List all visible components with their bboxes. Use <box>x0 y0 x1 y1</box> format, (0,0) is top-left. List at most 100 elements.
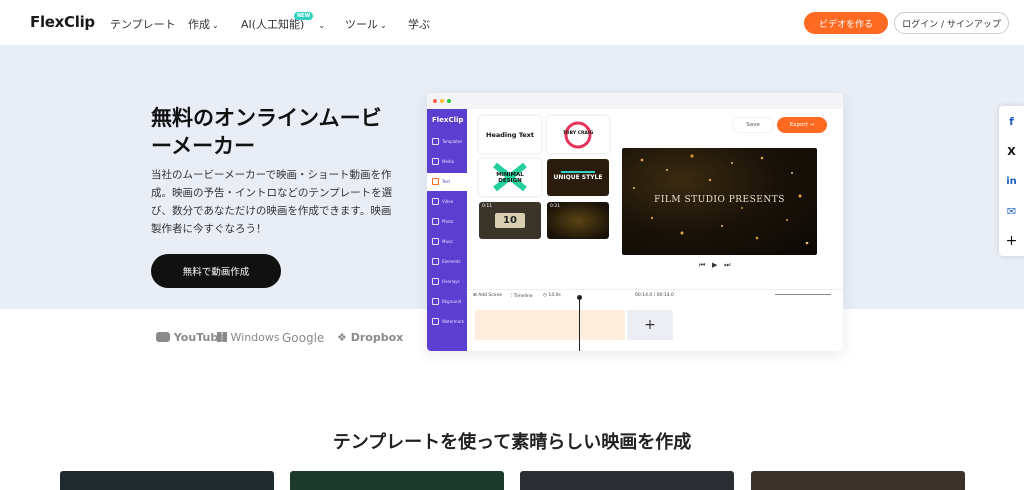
timeline-text: Timeline <box>513 294 533 299</box>
plus-icon[interactable]: + <box>999 226 1024 256</box>
template-tile: Heading Text <box>479 116 541 153</box>
editor-side-elements: Elements <box>427 253 467 271</box>
watermark-icon <box>432 318 439 325</box>
export-label: Export <box>789 122 808 128</box>
editor-side-photo: Photo <box>427 213 467 231</box>
nav-create[interactable]: 作成 ⌄ <box>188 16 219 32</box>
skip-forward-icon: ⏭ <box>724 261 731 269</box>
background-icon <box>432 298 439 305</box>
top-navigation: FlexClip テンプレート 作成 ⌄ AI(人工知能) ⌄ NEW ツール ⌄ 学… <box>0 0 1024 45</box>
templates-icon <box>432 138 439 145</box>
preview-title: FILM STUDIO PRESENTS <box>654 195 785 205</box>
template-tile: 0:21 <box>547 202 609 239</box>
google-logo: Google <box>282 331 325 345</box>
music-icon <box>432 238 439 245</box>
free-create-video-button[interactable]: 無料で動画作成 <box>151 254 281 288</box>
windows-logo: Windows <box>217 331 280 344</box>
nav-learn-label: 学ぶ <box>408 18 430 31</box>
window-dot <box>440 99 444 103</box>
flexclip-logo[interactable]: FlexClip <box>30 13 95 31</box>
chevron-down-icon: ⌄ <box>212 21 219 30</box>
add-scene-label: ⊞ Add Scene <box>473 293 503 298</box>
template-thumbnail[interactable] <box>751 471 965 490</box>
timeline-clip <box>475 310 625 340</box>
youtube-logo: YouTube <box>156 331 226 344</box>
add-scene-text: Add Scene <box>478 293 503 298</box>
tile-decor <box>561 171 595 173</box>
login-signup-button[interactable]: ログイン / サインアップ <box>894 12 1009 34</box>
nav-templates[interactable]: テンプレート <box>110 16 176 32</box>
editor-save-button: Save <box>733 118 773 132</box>
video-preview: FILM STUDIO PRESENTS <box>622 148 817 255</box>
side-label: Video <box>442 199 454 204</box>
facebook-icon[interactable]: f <box>999 106 1024 136</box>
position-label: 00:14.0 / 00:14.0 <box>635 293 674 298</box>
windows-icon <box>217 332 227 342</box>
chevron-down-icon: ⌄ <box>380 21 387 30</box>
side-label: Bkground <box>442 299 462 304</box>
timeline-bar: ⊞ Add Scene ⫶ Timeline ◷ 14.0s 00:14.0 /… <box>467 289 843 301</box>
side-label: Templates <box>442 139 463 144</box>
brand-label: Windows <box>230 331 280 344</box>
text-icon <box>432 178 439 185</box>
dropbox-icon: ❖ <box>337 331 347 344</box>
side-label: Media <box>442 159 455 164</box>
photo-icon <box>432 218 439 225</box>
x-icon[interactable]: X <box>999 136 1024 166</box>
video-icon <box>432 198 439 205</box>
side-label: Watermark <box>442 319 465 324</box>
tile-label: TOBY CRAIG <box>562 131 594 136</box>
side-label: Photo <box>442 219 454 224</box>
editor-side-templates: Templates <box>427 133 467 151</box>
tile-label: 10 <box>495 213 525 228</box>
side-label: Overlays <box>442 279 460 284</box>
window-titlebar <box>427 93 843 109</box>
youtube-icon <box>156 332 170 342</box>
nav-learn[interactable]: 学ぶ <box>408 16 430 32</box>
tile-label: UNIQUE STYLE <box>553 174 603 181</box>
template-thumbnail[interactable] <box>60 471 274 490</box>
email-icon[interactable]: ✉ <box>999 196 1024 226</box>
nav-create-label: 作成 <box>188 18 210 31</box>
timeline-add-button: + <box>627 310 673 340</box>
side-label: Music <box>442 239 454 244</box>
nav-tools-label: ツール <box>345 18 378 31</box>
playhead <box>579 297 580 351</box>
tile-time: 0:21 <box>550 204 561 209</box>
linkedin-icon[interactable]: in <box>999 166 1024 196</box>
editor-side-music: Music <box>427 233 467 251</box>
duration-text: 14.0s <box>548 293 561 298</box>
timeline-label: ⫶ Timeline <box>511 294 533 299</box>
dropbox-logo: ❖ Dropbox <box>337 331 403 344</box>
tile-label: MINIMAL DESIGN <box>496 171 524 184</box>
template-tile: TOBY CRAIG <box>547 116 609 153</box>
editor-side-text: Text <box>427 173 467 191</box>
nav-ai-label: AI(人工知能) <box>241 18 305 31</box>
nav-ai[interactable]: AI(人工知能) ⌄ <box>241 16 325 32</box>
nav-tools[interactable]: ツール ⌄ <box>345 16 387 32</box>
template-tile: 0:11 10 <box>479 202 541 239</box>
chevron-down-icon: ⌄ <box>318 21 326 30</box>
skip-back-icon: ⏮ <box>699 261 706 269</box>
social-share-bar: f X in ✉ + <box>999 106 1024 256</box>
window-dot <box>433 99 437 103</box>
play-icon: ▶ <box>712 261 718 269</box>
playback-controls: ⏮ ▶ ⏭ <box>699 261 730 270</box>
editor-logo: FlexClip <box>432 116 464 124</box>
side-label: Text <box>442 179 451 184</box>
hero-title: 無料のオンラインムービーメーカー <box>151 106 382 158</box>
template-thumbnail[interactable] <box>520 471 734 490</box>
duration-label: ◷ 14.0s <box>543 293 561 298</box>
editor-side-bkground: Bkground <box>427 293 467 311</box>
side-label: Elements <box>442 259 461 264</box>
window-dot <box>447 99 451 103</box>
create-video-button[interactable]: ビデオを作る <box>804 12 888 34</box>
media-icon <box>432 158 439 165</box>
overlays-icon <box>432 278 439 285</box>
editor-preview-image: FlexClip Templates Media Text Video Phot… <box>427 93 843 351</box>
brand-label: Dropbox <box>350 331 404 344</box>
editor-side-video: Video <box>427 193 467 211</box>
template-thumbnail[interactable] <box>290 471 504 490</box>
elements-icon <box>432 258 439 265</box>
editor-side-media: Media <box>427 153 467 171</box>
